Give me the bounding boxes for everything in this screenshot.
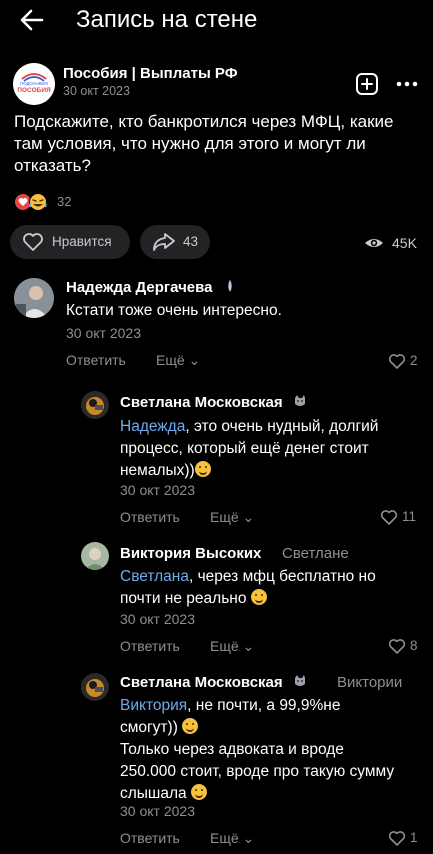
more-button[interactable]: Ещё ⌄ — [210, 638, 254, 655]
like-count: 2 — [410, 353, 418, 368]
smiling-emoji-icon — [250, 589, 267, 605]
like-heart-icon[interactable] — [388, 637, 406, 655]
comment-text-continued: Только через адвоката и вроде 250.000 ст… — [120, 741, 395, 802]
reply-button[interactable]: Ответить — [120, 638, 180, 654]
like-count: 1 — [410, 830, 418, 845]
like-heart-icon[interactable] — [388, 829, 406, 847]
reactions-icons[interactable] — [14, 192, 54, 212]
chevron-down-icon: ⌄ — [242, 830, 255, 846]
comment-date: 30 окт 2023 — [66, 325, 141, 341]
chevron-down-icon: ⌄ — [242, 509, 255, 525]
reply-to-name[interactable]: Светлане — [282, 545, 349, 562]
comment-date: 30 окт 2023 — [120, 482, 195, 498]
crying-laughing-emoji-icon — [190, 784, 207, 800]
like-button[interactable]: Нравится — [10, 225, 130, 259]
comment-text: Светлана, через мфц бесплатно но почти н… — [120, 568, 376, 607]
cat-icon — [294, 675, 305, 686]
svg-text:ПОДСКАЖЕМ: ПОДСКАЖЕМ — [20, 81, 48, 86]
laughing-emoji-icon — [182, 718, 199, 734]
reply-button[interactable]: Ответить — [120, 509, 180, 525]
chevron-down-icon: ⌄ — [188, 352, 201, 368]
share-count: 43 — [183, 234, 199, 249]
rocket-icon — [228, 280, 232, 292]
like-heart-icon[interactable] — [380, 508, 398, 526]
more-button[interactable]: Ещё ⌄ — [210, 509, 254, 526]
cat-icon — [294, 395, 305, 406]
top-bar: Запись на стене — [0, 0, 433, 44]
commenter-name[interactable]: Виктория Высоких — [120, 545, 261, 562]
more-button[interactable]: Ещё ⌄ — [156, 352, 200, 369]
reply-button[interactable]: Ответить — [66, 352, 126, 368]
like-heart-icon[interactable] — [388, 352, 406, 370]
commenter-name[interactable]: Светлана Московская — [120, 674, 307, 691]
share-button[interactable]: 43 — [140, 225, 210, 259]
like-label: Нравится — [52, 234, 112, 249]
share-icon — [153, 233, 175, 251]
commenter-name[interactable]: Надежда Дергачева — [66, 279, 237, 296]
chevron-down-icon: ⌄ — [242, 638, 255, 654]
post-date: 30 окт 2023 — [63, 84, 130, 98]
views-count: 45K — [392, 235, 417, 251]
page-title: Запись на стене — [76, 6, 258, 33]
svg-text:ПОСОБИЯ: ПОСОБИЯ — [17, 87, 51, 94]
add-icon[interactable] — [354, 71, 380, 97]
mention-link[interactable]: Надежда — [120, 418, 185, 435]
like-count: 11 — [402, 509, 417, 524]
like-count: 8 — [410, 638, 418, 653]
reactions-count: 32 — [57, 194, 72, 209]
reply-to-name[interactable]: Виктории — [337, 674, 402, 691]
commenter-avatar[interactable] — [81, 542, 109, 570]
group-avatar[interactable]: ПОДСКАЖЕМ ПОСОБИЯ — [13, 63, 55, 105]
comment-text: Кстати тоже очень интересно. — [66, 302, 282, 319]
comment-text: Виктория, не почти, а 99,9%не смогут)) — [120, 697, 341, 736]
heart-icon — [23, 233, 43, 251]
commenter-name[interactable]: Светлана Московская — [120, 394, 307, 411]
group-name[interactable]: Пособия | Выплаты РФ — [63, 65, 238, 82]
comment-text: Надежда, это очень нудный, долгий процес… — [120, 418, 379, 479]
mention-link[interactable]: Светлана — [120, 568, 189, 585]
commenter-avatar[interactable] — [14, 278, 54, 318]
views-icon — [364, 233, 384, 253]
commenter-avatar[interactable] — [81, 391, 109, 419]
mention-link[interactable]: Виктория — [120, 697, 187, 714]
more-button[interactable]: Ещё ⌄ — [210, 830, 254, 847]
laughing-emoji-icon — [194, 461, 211, 477]
reply-button[interactable]: Ответить — [120, 830, 180, 846]
comment-date: 30 окт 2023 — [120, 611, 195, 627]
back-arrow-icon[interactable] — [18, 6, 46, 34]
more-dots-icon[interactable] — [394, 71, 420, 97]
comment-date: 30 окт 2023 — [120, 803, 195, 819]
commenter-avatar[interactable] — [81, 673, 109, 701]
post-text: Подскажите, кто банкротился через МФЦ, к… — [14, 112, 394, 175]
